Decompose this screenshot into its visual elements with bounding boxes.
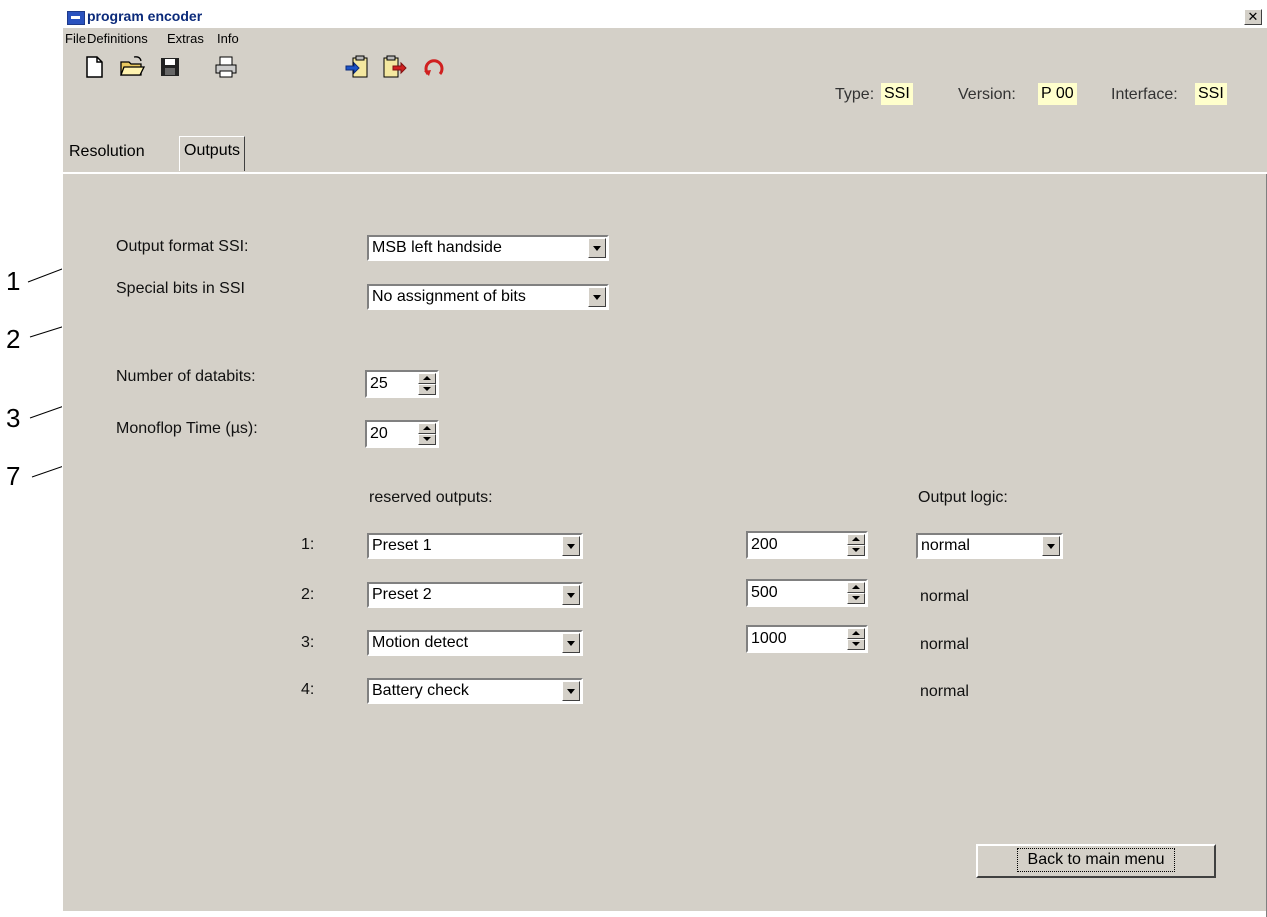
reset-icon[interactable] <box>421 54 447 80</box>
output-format-value: MSB left handside <box>372 239 502 256</box>
tab-panel-border <box>63 172 1267 174</box>
spin-up-icon[interactable] <box>418 373 436 384</box>
menu-bar: File Definitions Extras Info <box>63 28 1267 48</box>
databits-value: 25 <box>370 375 388 392</box>
reserved-outputs-header: reserved outputs: <box>369 489 493 506</box>
print-icon[interactable] <box>213 54 239 80</box>
back-to-main-menu-button[interactable]: Back to main menu <box>976 844 1216 878</box>
row-index: 2: <box>301 586 315 603</box>
chevron-down-icon[interactable] <box>562 536 580 556</box>
type-value: SSI <box>881 83 913 105</box>
spin-up-icon[interactable] <box>847 582 865 593</box>
row-index: 1: <box>301 536 315 553</box>
menu-definitions[interactable]: Definitions <box>87 31 148 46</box>
special-bits-value: No assignment of bits <box>372 288 526 305</box>
app-window: program encoder ✕ File Definitions Extra… <box>62 6 1267 917</box>
spin-up-icon[interactable] <box>847 534 865 545</box>
callout-7: 7 <box>6 461 21 491</box>
databits-label: Number of databits: <box>116 368 256 385</box>
reserved-output-value: Preset 1 <box>372 537 432 554</box>
save-icon[interactable] <box>157 54 183 80</box>
special-bits-label: Special bits in SSI <box>116 280 245 297</box>
tab-outputs[interactable]: Outputs <box>179 136 246 171</box>
reserved-output-select[interactable]: Motion detect <box>367 630 583 656</box>
window-title: program encoder <box>87 8 203 24</box>
toolbar: Type: SSI Version: P 00 Interface: SSI <box>63 48 1267 105</box>
chevron-down-icon[interactable] <box>588 238 606 258</box>
databits-stepper[interactable]: 25 <box>365 370 439 398</box>
output-format-label: Output format SSI: <box>116 238 249 255</box>
menu-file[interactable]: File <box>65 31 86 46</box>
chevron-down-icon[interactable] <box>562 633 580 653</box>
chevron-down-icon[interactable] <box>562 681 580 701</box>
tab-resolution[interactable]: Resolution <box>65 138 149 166</box>
monoflop-label: Monoflop Time (µs): <box>116 420 258 437</box>
output-value: 1000 <box>751 630 787 647</box>
output-value: 500 <box>751 584 778 601</box>
monoflop-value: 20 <box>370 425 388 442</box>
spin-up-icon[interactable] <box>847 628 865 639</box>
output-value-stepper[interactable]: 500 <box>746 579 868 607</box>
monoflop-stepper[interactable]: 20 <box>365 420 439 448</box>
output-value-stepper[interactable]: 1000 <box>746 625 868 653</box>
chevron-down-icon[interactable] <box>562 585 580 605</box>
spin-down-icon[interactable] <box>418 384 436 395</box>
open-folder-icon[interactable] <box>119 54 145 80</box>
version-value: P 00 <box>1038 83 1077 105</box>
output-format-select[interactable]: MSB left handside <box>367 235 609 261</box>
output-logic-select[interactable]: normal <box>916 533 1063 559</box>
version-label: Version: <box>958 86 1016 103</box>
app-icon <box>67 11 85 25</box>
download-from-device-icon[interactable] <box>381 54 407 80</box>
spin-down-icon[interactable] <box>847 593 865 604</box>
row-index: 4: <box>301 681 315 698</box>
output-logic-header: Output logic: <box>918 489 1008 506</box>
interface-label: Interface: <box>1111 86 1178 103</box>
menu-extras[interactable]: Extras <box>167 31 204 46</box>
back-button-label: Back to main menu <box>1016 848 1176 872</box>
spin-down-icon[interactable] <box>418 434 436 445</box>
reserved-output-select[interactable]: Battery check <box>367 678 583 704</box>
callout-3: 3 <box>6 403 21 433</box>
row-index: 3: <box>301 634 315 651</box>
output-logic-value: normal <box>920 683 969 700</box>
close-icon[interactable]: ✕ <box>1244 9 1262 25</box>
callout-1: 1 <box>6 266 21 296</box>
upload-to-device-icon[interactable] <box>345 54 371 80</box>
reserved-output-select[interactable]: Preset 2 <box>367 582 583 608</box>
special-bits-select[interactable]: No assignment of bits <box>367 284 609 310</box>
callout-2: 2 <box>6 324 21 354</box>
spin-up-icon[interactable] <box>418 423 436 434</box>
reserved-output-value: Motion detect <box>372 634 469 651</box>
new-file-icon[interactable] <box>81 54 107 80</box>
menu-info[interactable]: Info <box>217 31 239 46</box>
chevron-down-icon[interactable] <box>1042 536 1060 556</box>
interface-value: SSI <box>1195 83 1227 105</box>
chevron-down-icon[interactable] <box>588 287 606 307</box>
output-value-stepper[interactable]: 200 <box>746 531 868 559</box>
title-bar: program encoder ✕ <box>63 6 1267 28</box>
output-logic-value: normal <box>921 537 970 554</box>
type-label: Type: <box>835 86 875 103</box>
reserved-output-value: Battery check <box>372 682 469 699</box>
output-logic-value: normal <box>920 588 969 605</box>
spin-down-icon[interactable] <box>847 639 865 650</box>
output-logic-value: normal <box>920 636 969 653</box>
reserved-output-select[interactable]: Preset 1 <box>367 533 583 559</box>
reserved-output-value: Preset 2 <box>372 586 432 603</box>
output-value: 200 <box>751 536 778 553</box>
spin-down-icon[interactable] <box>847 545 865 556</box>
